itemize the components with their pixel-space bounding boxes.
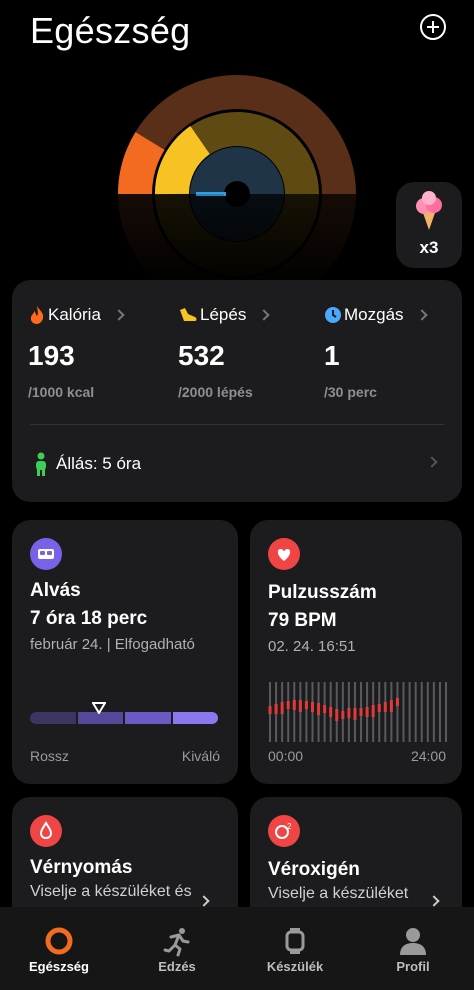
- watch-icon: [285, 928, 305, 954]
- heart-rate-mark: [268, 706, 272, 714]
- ice-cream-icon: [416, 191, 442, 230]
- blood-oxygen-title: Véroxigén: [268, 859, 360, 880]
- reward-badge[interactable]: x3: [396, 182, 462, 268]
- sleep-marker-icon: [92, 702, 106, 714]
- chevron-right-icon: [426, 456, 438, 468]
- clock-icon: [325, 307, 341, 323]
- heart-rate-mark: [371, 705, 375, 717]
- flame-icon: [30, 306, 44, 324]
- chevron-right-icon: [415, 309, 428, 321]
- sleep-quality-bar: [30, 712, 218, 724]
- blood-drop-icon: [30, 815, 62, 847]
- ring-icon: [45, 927, 73, 955]
- heart-rate-mark: [317, 703, 321, 715]
- blood-pressure-desc: Viselje a készüléket és: [30, 883, 192, 900]
- tab-device[interactable]: Készülék: [236, 907, 354, 990]
- heart-rate-mark: [298, 700, 302, 712]
- heart-rate-mark: [323, 705, 327, 713]
- chevron-right-icon: [198, 895, 210, 907]
- tab-profile[interactable]: Profil: [354, 907, 472, 990]
- heart-rate-mark: [359, 708, 363, 716]
- tab-health-label: Egészség: [29, 959, 89, 974]
- heart-rate-x-end: 24:00: [410, 748, 446, 764]
- heart-rate-mark: [329, 707, 333, 717]
- chevron-right-icon: [113, 309, 125, 321]
- person-icon: [400, 928, 426, 955]
- reward-count: x3: [419, 238, 439, 257]
- calorie-stat[interactable]: Kalória 193 /1000 kcal: [28, 304, 178, 400]
- heart-rate-x-start: 00:00: [268, 748, 304, 764]
- heart-rate-mark: [304, 701, 308, 709]
- tab-workout[interactable]: Edzés: [118, 907, 236, 990]
- heart-rate-mark: [353, 708, 357, 720]
- bed-icon: [30, 538, 62, 570]
- page-title: Egészség: [30, 10, 191, 51]
- heart-rate-value: 79 BPM: [268, 610, 337, 631]
- heart-rate-mark: [335, 709, 339, 721]
- steps-value: 532: [178, 340, 225, 371]
- heart-rate-mark: [377, 704, 381, 712]
- heart-rate-mark: [274, 704, 278, 714]
- stand-row[interactable]: Állás: 5 óra: [34, 452, 141, 476]
- move-label: Mozgás: [344, 305, 404, 324]
- sleep-card[interactable]: Alvás 7 óra 18 perc február 24. | Elfoga…: [12, 520, 238, 784]
- heart-rate-mark: [389, 700, 393, 712]
- activity-summary-card[interactable]: Kalória 193 /1000 kcal Lépés 532 /2000 l…: [12, 280, 462, 502]
- heart-rate-mark: [286, 701, 290, 709]
- calorie-label: Kalória: [48, 305, 101, 324]
- sleep-scale-low: Rossz: [30, 748, 69, 764]
- heart-rate-mark: [310, 702, 314, 712]
- sleep-title: Alvás: [30, 580, 81, 601]
- divider: [30, 424, 444, 425]
- steps-stat[interactable]: Lépés 532 /2000 lépés: [178, 304, 328, 400]
- sleep-scale-high: Kiváló: [181, 748, 220, 764]
- runner-icon: [163, 928, 190, 957]
- heart-icon: [268, 538, 300, 570]
- calorie-goal: /1000 kcal: [28, 384, 95, 400]
- move-goal: /30 perc: [324, 384, 377, 400]
- heart-rate-detail: 02. 24. 16:51: [268, 638, 356, 655]
- blood-oxygen-desc: Viselje a készüléket: [268, 885, 409, 902]
- tab-health[interactable]: Egészség: [0, 907, 118, 990]
- calorie-ring: [118, 132, 165, 195]
- sleep-value: 7 óra 18 perc: [30, 608, 148, 629]
- stand-label: Állás: 5 óra: [56, 454, 142, 473]
- heart-rate-mark: [341, 711, 345, 719]
- oxygen-icon: 2: [268, 815, 300, 847]
- chevron-right-icon: [428, 895, 440, 907]
- heart-rate-mark: [365, 707, 369, 717]
- steps-label: Lépés: [200, 305, 247, 324]
- blood-pressure-title: Vérnyomás: [30, 857, 133, 878]
- heart-rate-title: Pulzusszám: [268, 582, 377, 603]
- move-value: 1: [324, 340, 340, 371]
- heart-rate-card[interactable]: Pulzusszám 79 BPM 02. 24. 16:51 00:00 24…: [250, 520, 462, 784]
- add-icon[interactable]: [420, 14, 446, 40]
- calorie-value: 193: [28, 340, 75, 371]
- heart-rate-mark: [395, 698, 399, 706]
- bottom-tab-bar: Egészség Edzés Készülék Profil: [0, 907, 474, 990]
- svg-text:2: 2: [287, 822, 292, 831]
- standing-person-icon: [36, 452, 46, 476]
- heart-rate-mark: [280, 702, 284, 714]
- heart-rate-mark: [383, 702, 387, 712]
- sleep-detail: február 24. | Elfogadható: [30, 636, 195, 653]
- heart-rate-mark: [347, 708, 351, 718]
- heart-rate-chart: [268, 682, 447, 742]
- chevron-right-icon: [258, 309, 270, 321]
- tab-workout-label: Edzés: [158, 959, 196, 974]
- tab-device-label: Készülék: [266, 959, 324, 974]
- move-stat[interactable]: Mozgás 1 /30 perc: [324, 304, 474, 400]
- heart-rate-mark: [292, 700, 296, 710]
- tab-profile-label: Profil: [396, 959, 430, 974]
- shoe-icon: [180, 308, 197, 321]
- steps-goal: /2000 lépés: [178, 384, 253, 400]
